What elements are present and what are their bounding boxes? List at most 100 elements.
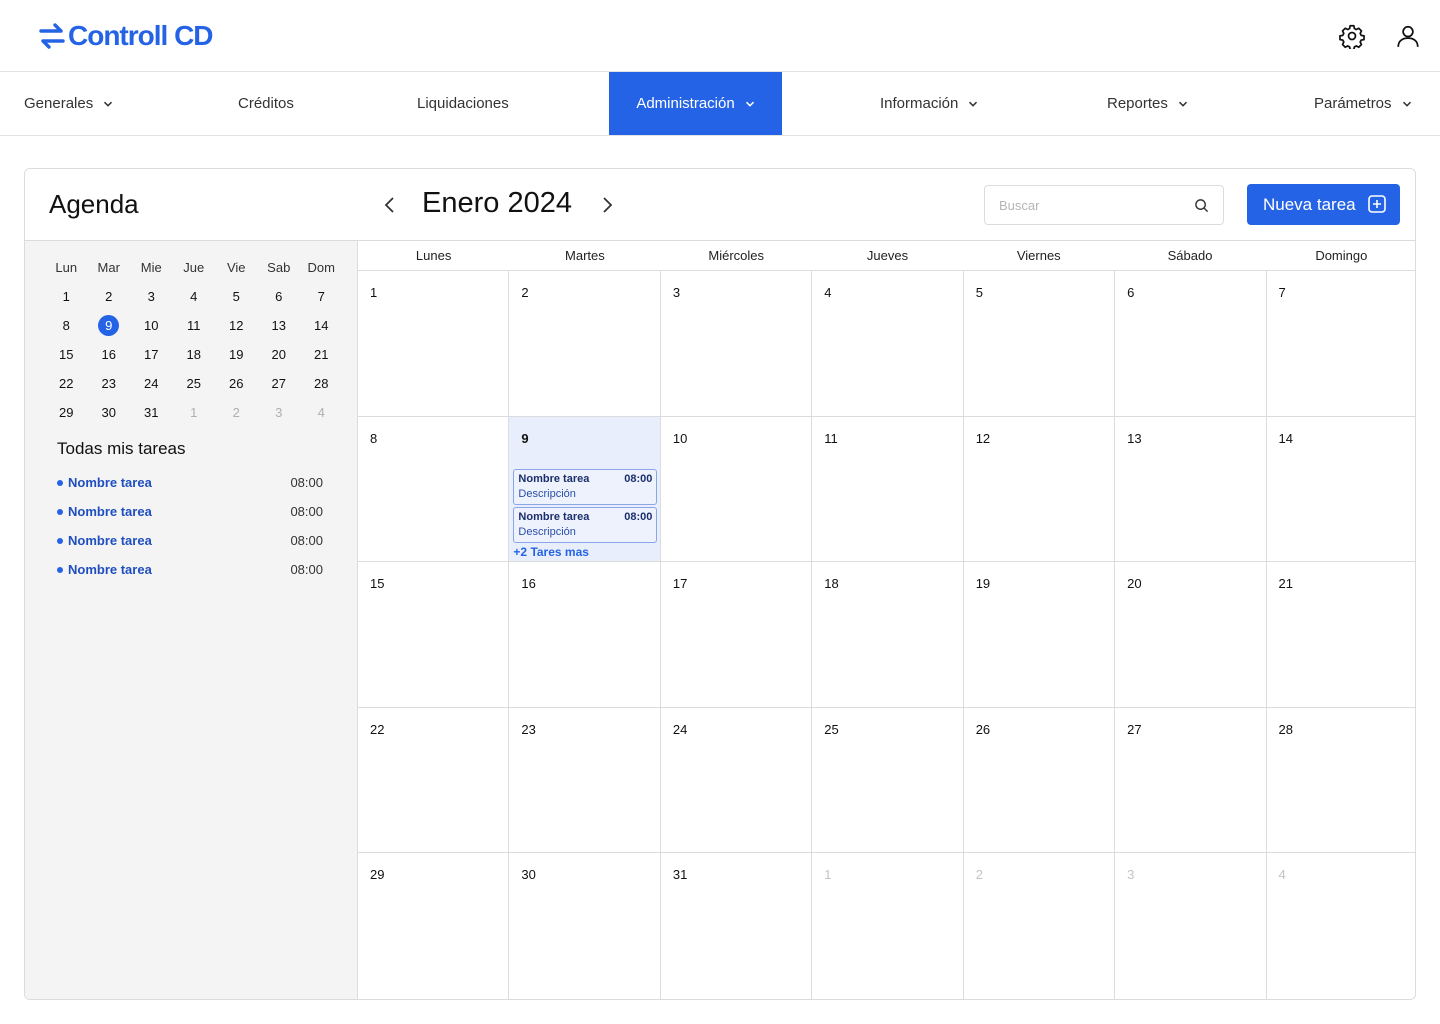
mini-day[interactable]: 31 (130, 405, 173, 420)
app-name: Controll CD (68, 20, 214, 51)
nav-label: Liquidaciones (417, 95, 509, 112)
mini-day[interactable]: 12 (215, 318, 258, 333)
nav-informacion[interactable]: Información (880, 72, 978, 135)
mini-day[interactable]: 1 (45, 289, 88, 304)
nav-reportes[interactable]: Reportes (1107, 72, 1188, 135)
event-card[interactable]: Nombre tarea 08:00 Descripción (513, 468, 658, 505)
new-task-button[interactable]: Nueva tarea (1247, 184, 1400, 225)
calendar-day[interactable]: 12 (964, 416, 1116, 561)
mini-day[interactable]: 25 (173, 376, 216, 391)
calendar-day-today[interactable]: 9 Nombre tarea 08:00 Descripción Nombre tare… (509, 416, 661, 561)
user-icon[interactable] (1395, 23, 1421, 49)
mini-day[interactable]: 13 (258, 318, 301, 333)
mini-day[interactable]: 17 (130, 347, 173, 362)
mini-weekday: Jue (183, 260, 205, 275)
gear-icon[interactable] (1339, 23, 1365, 49)
mini-day[interactable]: 4 (300, 405, 343, 420)
calendar-day[interactable]: 1 (358, 271, 510, 416)
task-item[interactable]: Nombre tarea 08:00 (57, 555, 323, 584)
calendar-day[interactable]: 27 (1115, 707, 1267, 852)
mini-day[interactable]: 22 (45, 376, 88, 391)
mini-day[interactable]: 30 (88, 405, 131, 420)
event-card[interactable]: Nombre tarea 08:00 Descripción (513, 506, 658, 543)
mini-day[interactable]: 16 (88, 347, 131, 362)
nav-creditos[interactable]: Créditos (238, 72, 294, 135)
calendar-day[interactable]: 15 (358, 562, 510, 707)
chevron-left-icon[interactable] (378, 193, 402, 217)
calendar-day[interactable]: 7 (1267, 271, 1415, 416)
calendar-day[interactable]: 14 (1267, 417, 1415, 562)
mini-day[interactable]: 1 (173, 405, 216, 420)
mini-day[interactable]: 23 (88, 376, 131, 391)
mini-day[interactable]: 19 (215, 347, 258, 362)
mini-day[interactable]: 6 (258, 289, 301, 304)
calendar-day[interactable]: 19 (964, 562, 1116, 707)
mini-day[interactable]: 18 (173, 347, 216, 362)
calendar-day[interactable]: 16 (509, 562, 661, 707)
calendar-day[interactable]: 1 (812, 853, 964, 999)
calendar-day[interactable]: 29 (358, 853, 510, 999)
mini-day[interactable]: 28 (300, 376, 343, 391)
mini-day[interactable]: 2 (215, 405, 258, 420)
calendar-day[interactable]: 25 (812, 707, 964, 852)
mini-day[interactable]: 2 (88, 289, 131, 304)
task-item[interactable]: Nombre tarea 08:00 (57, 526, 323, 555)
calendar-day[interactable]: 2 (509, 271, 661, 416)
task-item[interactable]: Nombre tarea 08:00 (57, 468, 323, 497)
calendar-day[interactable]: 31 (661, 853, 813, 999)
mini-day[interactable]: 21 (300, 347, 343, 362)
mini-day[interactable]: 15 (45, 347, 88, 362)
mini-day-number: 7 (317, 289, 325, 304)
calendar-day[interactable]: 8 (358, 416, 510, 561)
nav-administracion[interactable]: Administración (609, 72, 782, 135)
calendar-day[interactable]: 22 (358, 707, 510, 852)
calendar-day[interactable]: 23 (509, 707, 661, 852)
mini-day[interactable]: 3 (258, 405, 301, 420)
mini-day-number: 20 (271, 347, 286, 362)
mini-day[interactable]: 14 (300, 318, 343, 333)
mini-weekday: Mar (97, 260, 120, 275)
calendar-day[interactable]: 20 (1115, 562, 1267, 707)
mini-day-selected[interactable]: 9 (88, 315, 131, 336)
app-logo[interactable]: Controll CD (38, 20, 214, 52)
calendar-day[interactable]: 4 (812, 271, 964, 416)
calendar-day[interactable]: 24 (661, 707, 813, 852)
calendar-day[interactable]: 10 (661, 416, 813, 561)
mini-day[interactable]: 7 (300, 289, 343, 304)
mini-day[interactable]: 11 (173, 318, 216, 333)
task-item[interactable]: Nombre tarea 08:00 (57, 497, 323, 526)
calendar-day[interactable]: 3 (661, 271, 813, 416)
mini-day[interactable]: 3 (130, 289, 173, 304)
calendar-day[interactable]: 2 (964, 853, 1116, 999)
nav-parametros[interactable]: Parámetros (1314, 72, 1412, 135)
nav-generales[interactable]: Generales (24, 72, 113, 135)
mini-day[interactable]: 10 (130, 318, 173, 333)
calendar-day[interactable]: 30 (509, 853, 661, 999)
mini-day[interactable]: 24 (130, 376, 173, 391)
search-input[interactable] (999, 186, 1189, 224)
more-tasks-link[interactable]: +2 Tares mas (513, 545, 589, 559)
chevron-right-icon[interactable] (595, 193, 619, 217)
calendar-day[interactable]: 26 (964, 707, 1116, 852)
mini-day[interactable]: 29 (45, 405, 88, 420)
search-icon[interactable] (1194, 198, 1209, 213)
calendar-day[interactable]: 21 (1267, 562, 1415, 707)
calendar-day[interactable]: 4 (1267, 853, 1415, 999)
calendar-day[interactable]: 17 (661, 562, 813, 707)
calendar-day[interactable]: 6 (1115, 271, 1267, 416)
mini-day[interactable]: 5 (215, 289, 258, 304)
calendar-day[interactable]: 28 (1267, 708, 1415, 853)
mini-day[interactable]: 26 (215, 376, 258, 391)
calendar-day[interactable]: 13 (1115, 416, 1267, 561)
calendar-day[interactable]: 18 (812, 562, 964, 707)
mini-day[interactable]: 27 (258, 376, 301, 391)
mini-day[interactable]: 8 (45, 318, 88, 333)
mini-day-number: 1 (62, 289, 70, 304)
calendar-day[interactable]: 3 (1115, 853, 1267, 999)
day-number: 12 (975, 430, 991, 446)
mini-day[interactable]: 20 (258, 347, 301, 362)
calendar-day[interactable]: 11 (812, 416, 964, 561)
nav-liquidaciones[interactable]: Liquidaciones (417, 72, 509, 135)
mini-day[interactable]: 4 (173, 289, 216, 304)
calendar-day[interactable]: 5 (964, 271, 1116, 416)
